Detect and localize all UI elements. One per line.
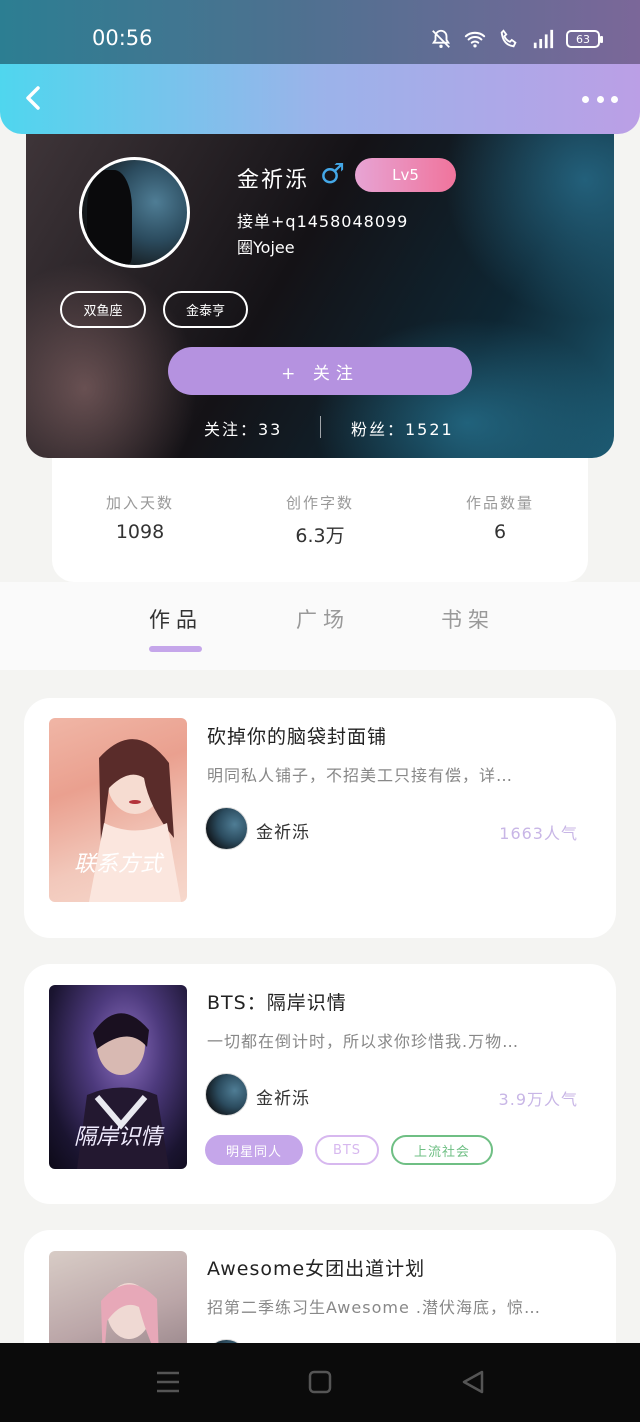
tab-bar: 作品 广场 书架 (0, 582, 640, 670)
stats-card: 加入天数 1098 创作字数 6.3万 作品数量 6 (52, 440, 588, 582)
stat-label: 作品数量 (465, 494, 534, 512)
profile-bio-line: 圈Yojee (237, 238, 295, 257)
top-nav-bar (0, 64, 640, 134)
status-time: 00:56 (92, 26, 153, 50)
call-icon (500, 29, 517, 48)
stat-label: 创作字数 (285, 494, 354, 512)
status-icons: 63 (430, 28, 603, 50)
battery-level: 63 (576, 32, 590, 46)
male-gender-icon: ♂ (320, 157, 346, 190)
fans-count[interactable]: 粉丝：1521 (351, 416, 454, 440)
popularity-count: 1663人气 (499, 824, 578, 843)
profile-bio-line: 接单+q1458048099 (237, 212, 409, 231)
back-triangle-icon[interactable] (460, 1369, 486, 1395)
following-count[interactable]: 关注：33 (204, 416, 282, 440)
tab-square[interactable]: 广场 (296, 604, 350, 634)
stat-label: 加入天数 (105, 494, 174, 512)
level-badge: Lv5 (355, 158, 456, 192)
follow-button[interactable]: + 关注 (168, 347, 472, 395)
more-dot (596, 95, 604, 103)
work-title[interactable]: Awesome女团出道计划 (207, 1254, 425, 1281)
stat-value: 6.3万 (295, 525, 345, 547)
popularity-count: 3.9万人气 (498, 1090, 578, 1109)
more-dot (582, 95, 589, 103)
stat-value: 6 (493, 521, 507, 543)
home-icon[interactable] (307, 1369, 333, 1395)
tab-bookshelf[interactable]: 书架 (441, 604, 495, 634)
work-card[interactable]: 隔岸识情 BTS：隔岸识情 一切都在倒计时，所以求你珍惜我.万物… 金祈泺 3.… (24, 964, 616, 1204)
profile-tag[interactable]: 双鱼座 (60, 291, 146, 328)
stat-value: 1098 (115, 521, 165, 543)
more-dot (611, 95, 618, 103)
work-title[interactable]: 砍掉你的脑袋封面铺 (207, 722, 387, 749)
author-avatar[interactable] (205, 1073, 248, 1116)
profile-name: 金祈泺 (237, 168, 310, 193)
more-options-button[interactable] (582, 84, 618, 114)
signal-icon (533, 29, 554, 49)
stat-word-count: 创作字数 6.3万 (240, 492, 400, 548)
cover-title: 隔岸识情 (73, 1125, 162, 1150)
work-description: 一切都在倒计时，所以求你珍惜我.万物… (207, 1032, 520, 1051)
work-card[interactable]: 联系方式 砍掉你的脑袋封面铺 明同私人铺子，不招美工只接有偿，详… 金祈泺 16… (24, 698, 616, 938)
cover-title: 联系方式 (73, 852, 162, 877)
mute-bell-icon (431, 29, 451, 48)
work-cover[interactable]: 联系方式 (49, 718, 187, 902)
author-avatar[interactable] (205, 807, 248, 850)
divider (320, 416, 321, 438)
work-cover[interactable]: 隔岸识情 (49, 985, 187, 1169)
stat-works-count: 作品数量 6 (420, 492, 580, 543)
profile-tag[interactable]: 金泰亨 (163, 291, 248, 328)
work-tag[interactable]: 明星同人 (205, 1135, 303, 1165)
work-tag[interactable]: BTS (315, 1135, 379, 1165)
profile-avatar[interactable] (79, 157, 190, 268)
stat-join-days: 加入天数 1098 (60, 492, 220, 543)
author-name[interactable]: 金祈泺 (256, 1084, 310, 1109)
battery-indicator: 63 (566, 30, 603, 48)
wifi-icon (464, 31, 486, 48)
menu-icon[interactable] (155, 1369, 181, 1395)
back-button[interactable] (18, 82, 50, 114)
tab-works[interactable]: 作品 (149, 604, 203, 634)
status-bar: 00:56 63 (0, 0, 640, 64)
work-tag[interactable]: 上流社会 (391, 1135, 493, 1165)
system-nav-bar (0, 1343, 640, 1422)
author-name[interactable]: 金祈泺 (256, 818, 310, 843)
work-description: 明同私人铺子，不招美工只接有偿，详… (207, 766, 514, 785)
active-tab-indicator (149, 646, 202, 652)
work-title[interactable]: BTS：隔岸识情 (207, 988, 347, 1015)
profile-header: 金祈泺 ♂ Lv5 接单+q1458048099 圈Yojee 双鱼座 金泰亨 … (26, 110, 614, 458)
work-description: 招第二季练习生Awesome .潜伏海底，惊… (207, 1298, 541, 1317)
follow-stats: 关注：33 粉丝：1521 (26, 416, 614, 440)
